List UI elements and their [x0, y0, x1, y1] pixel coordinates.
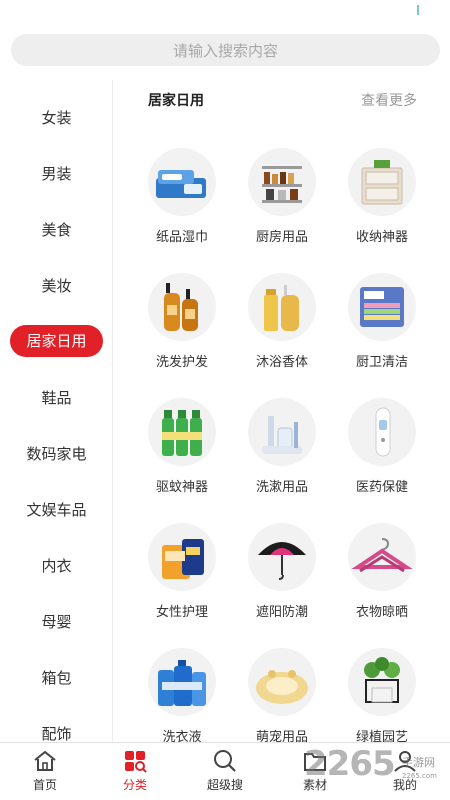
- category-label: 收纳神器: [355, 230, 408, 245]
- cleaning-sponge-icon: [348, 273, 416, 341]
- search-placeholder: 请输入搜索内容: [172, 41, 278, 60]
- sidebar-item-men[interactable]: 男装: [0, 163, 112, 184]
- sidebar-item-women[interactable]: 女装: [0, 107, 112, 128]
- body-wash-icon: [248, 273, 316, 341]
- status-indicator-icon: [417, 5, 419, 15]
- storage-box-icon: [348, 148, 416, 216]
- kitchen-rack-icon: [248, 148, 316, 216]
- category-label: 沐浴香体: [255, 355, 308, 370]
- category-item[interactable]: 厨卫清洁: [332, 273, 432, 370]
- category-label: 驱蚊神器: [155, 480, 208, 495]
- sidebar-item-food[interactable]: 美食: [0, 219, 112, 240]
- sidebar-item-electronics[interactable]: 数码家电: [0, 443, 112, 464]
- tab-super-search[interactable]: 超级搜: [190, 749, 260, 793]
- category-label: 洗发护发: [155, 355, 208, 370]
- umbrella-icon: [248, 523, 316, 591]
- category-item[interactable]: 萌宠用品: [232, 648, 332, 742]
- category-item[interactable]: 沐浴香体: [232, 273, 332, 370]
- category-icon: [125, 751, 147, 773]
- shampoo-bottles-icon: [148, 273, 216, 341]
- laundry-detergent-icon: [148, 648, 216, 716]
- category-item[interactable]: 洗衣液: [132, 648, 232, 742]
- category-label: 洗漱用品: [255, 480, 308, 495]
- app: 请输入搜索内容 女装 男装 美食 美妆 居家日用 鞋品 数码家电 文娱车品 内衣…: [0, 0, 450, 800]
- category-item[interactable]: 纸品湿巾: [132, 148, 232, 245]
- category-item[interactable]: 厨房用品: [232, 148, 332, 245]
- potted-plant-icon: [348, 648, 416, 716]
- category-item[interactable]: 洗发护发: [132, 273, 232, 370]
- pet-bed-icon: [248, 648, 316, 716]
- category-item[interactable]: 遮阳防潮: [232, 523, 332, 620]
- category-label: 衣物晾晒: [355, 605, 408, 620]
- category-item[interactable]: 衣物晾晒: [332, 523, 432, 620]
- status-bar: [0, 0, 450, 26]
- category-label: 厨房用品: [255, 230, 308, 245]
- tab-home[interactable]: 首页: [10, 749, 80, 793]
- category-label: 医药保健: [355, 480, 408, 495]
- tab-label: 分类: [122, 778, 147, 792]
- sidebar-item-bags[interactable]: 箱包: [0, 667, 112, 688]
- tab-label: 超级搜: [206, 778, 243, 792]
- tissue-pack-icon: [148, 148, 216, 216]
- thermometer-icon: [348, 398, 416, 466]
- toiletries-icon: [248, 398, 316, 466]
- category-label: 洗衣液: [162, 730, 202, 742]
- clothes-hanger-icon: [348, 523, 416, 591]
- watermark-text: 手游网: [402, 756, 435, 769]
- category-content: 居家日用 查看更多 纸品湿巾 厨房用品 收纳神器 洗发护发 沐浴香体 厨卫清洁 …: [114, 80, 450, 742]
- mosquito-repellent-icon: [148, 398, 216, 466]
- home-icon: [34, 750, 56, 771]
- sidebar-item-entertainment-auto[interactable]: 文娱车品: [0, 499, 112, 520]
- tab-label: 首页: [32, 778, 57, 792]
- feminine-care-icon: [148, 523, 216, 591]
- category-label: 萌宠用品: [255, 730, 308, 742]
- category-label: 纸品湿巾: [155, 230, 208, 245]
- watermark-url: 2265.com: [402, 772, 437, 780]
- sidebar-item-beauty[interactable]: 美妆: [0, 275, 112, 296]
- category-label: 厨卫清洁: [355, 355, 408, 370]
- sidebar-item-shoes[interactable]: 鞋品: [0, 387, 112, 408]
- category-item[interactable]: 女性护理: [132, 523, 232, 620]
- search-input[interactable]: 请输入搜索内容: [11, 34, 440, 66]
- section-title: 居家日用: [148, 93, 204, 109]
- category-label: 绿植园艺: [355, 730, 408, 742]
- view-more-link[interactable]: 查看更多: [361, 90, 417, 110]
- sidebar-item-underwear[interactable]: 内衣: [0, 555, 112, 576]
- watermark-number: 2265: [304, 744, 396, 784]
- category-label: 女性护理: [155, 605, 208, 620]
- sidebar-item-baby[interactable]: 母婴: [0, 611, 112, 632]
- sidebar-item-accessories[interactable]: 配饰: [0, 723, 112, 742]
- sidebar-item-home-goods[interactable]: 居家日用: [10, 325, 103, 357]
- category-item[interactable]: 驱蚊神器: [132, 398, 232, 495]
- category-sidebar: 女装 男装 美食 美妆 居家日用 鞋品 数码家电 文娱车品 内衣 母婴 箱包 配…: [0, 80, 113, 742]
- site-watermark: 2265 手游网 2265.com: [304, 744, 450, 796]
- search-icon: [214, 750, 236, 772]
- category-item[interactable]: 医药保健: [332, 398, 432, 495]
- category-label: 遮阳防潮: [255, 605, 308, 620]
- tab-category[interactable]: 分类: [100, 749, 170, 793]
- category-item[interactable]: 收纳神器: [332, 148, 432, 245]
- category-item[interactable]: 洗漱用品: [232, 398, 332, 495]
- category-item[interactable]: 绿植园艺: [332, 648, 432, 742]
